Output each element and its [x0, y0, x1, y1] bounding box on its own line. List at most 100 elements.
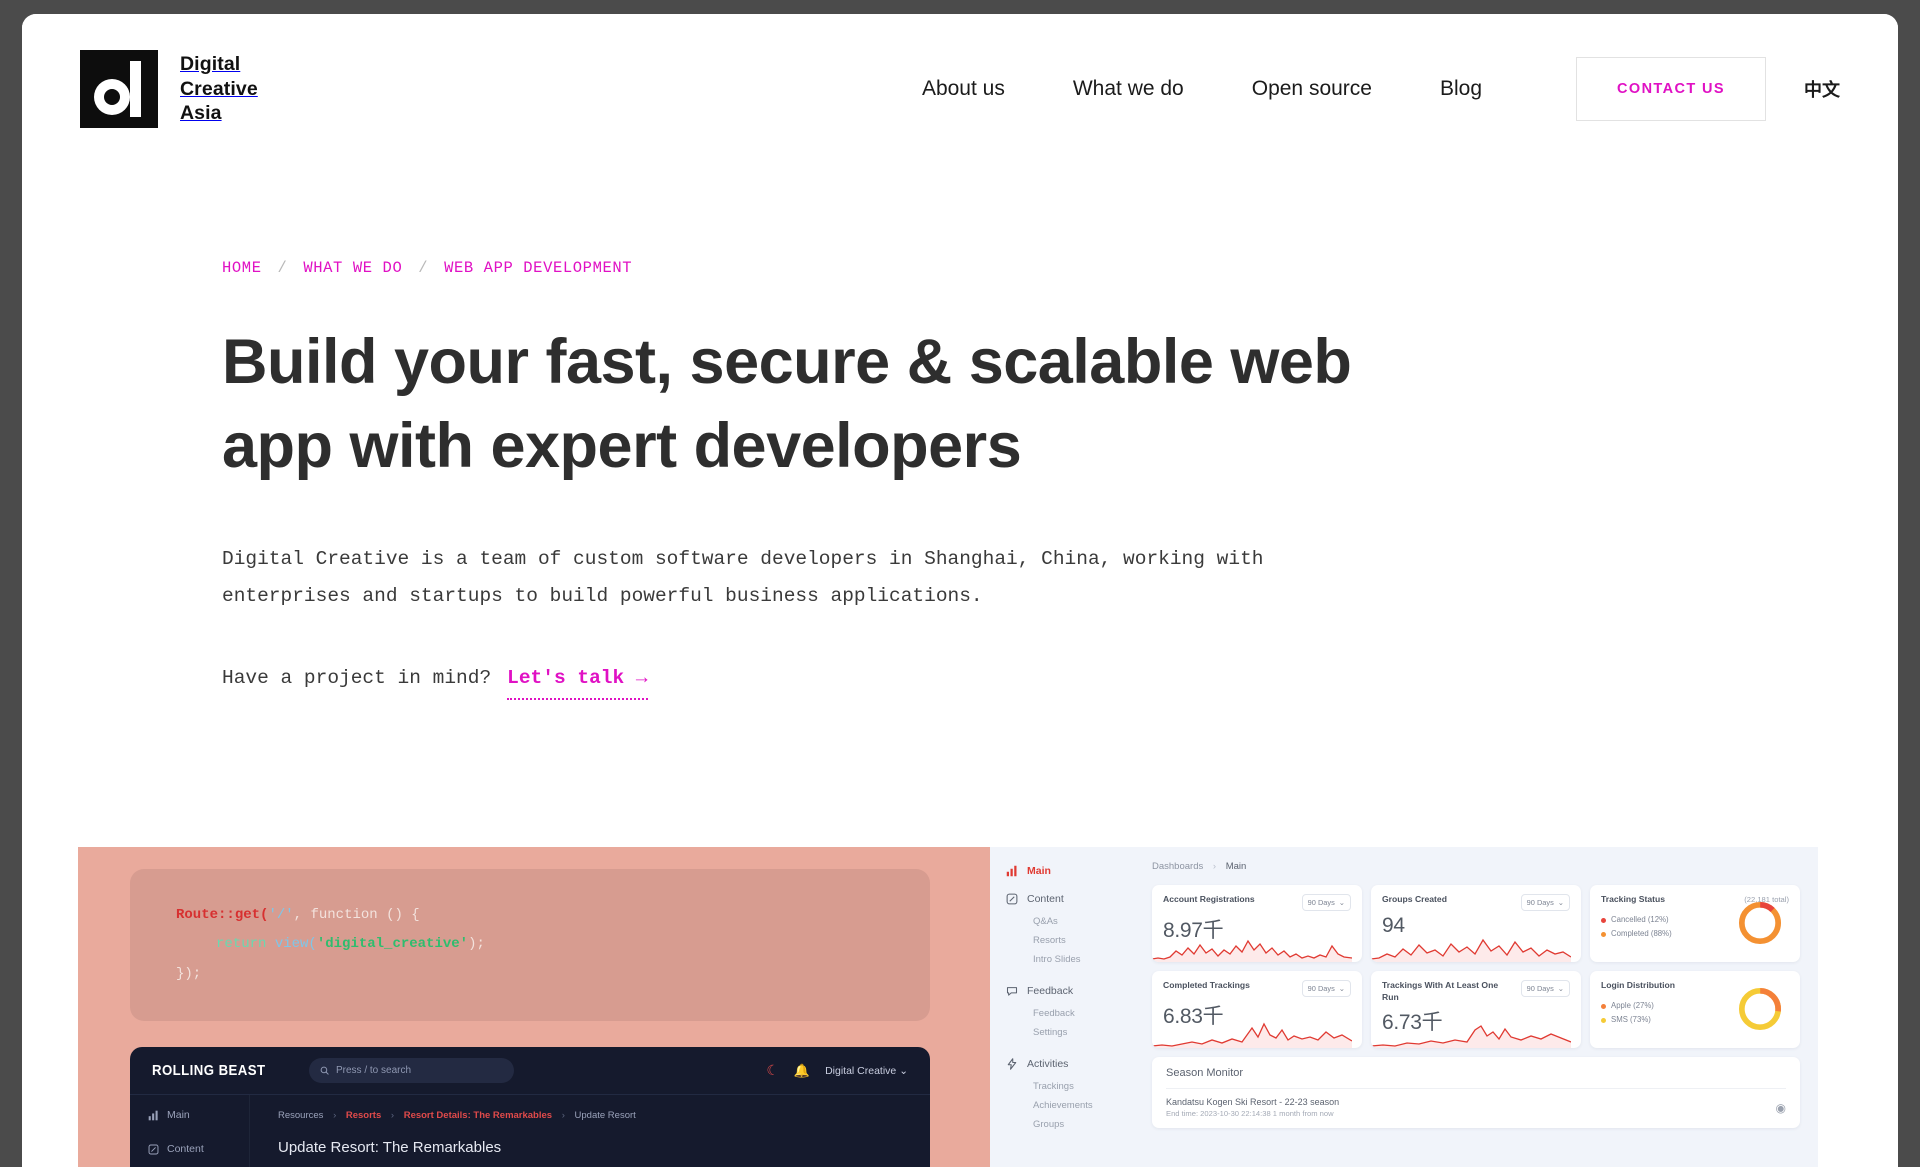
showcase-image: Route::get('/', function () { return vie…	[78, 847, 1818, 1167]
metric-range-select[interactable]: 90 Days ⌄	[1301, 980, 1351, 997]
hero-cta-prefix: Have a project in mind?	[222, 666, 492, 689]
main-navigation: About us What we do Open source Blog CON…	[888, 57, 1840, 121]
page-canvas: Digital Creative Asia About us What we d…	[22, 14, 1898, 1167]
code-snippet-card: Route::get('/', function () { return vie…	[130, 869, 930, 1021]
metric-card-account-registrations: Account Registrations 90 Days ⌄ 8.97千	[1152, 885, 1362, 962]
admin-topbar-actions: ☾ 🔔 Digital Creative ⌄	[766, 1062, 908, 1079]
nav-item-open-source[interactable]: Open source	[1218, 77, 1406, 101]
donut-card-login-distribution: Login Distribution Apple (27%) SMS (73%)	[1590, 971, 1800, 1048]
breadcrumb: HOME / WHAT WE DO / WEB APP DEVELOPMENT	[222, 259, 1840, 277]
chevron-down-icon: ⌄	[1338, 984, 1345, 993]
dashboard-sidebar-subitem-groups[interactable]: Groups	[1006, 1115, 1140, 1134]
notifications-bell-icon[interactable]: 🔔	[794, 1063, 810, 1079]
view-icon[interactable]: ◉	[1776, 1101, 1786, 1115]
donut-card-tracking-status: Tracking Status (22,181 total) Cancelled…	[1590, 885, 1800, 962]
legend-label: Completed (88%)	[1611, 929, 1672, 939]
nav-item-blog[interactable]: Blog	[1406, 77, 1516, 101]
chevron-down-icon: ⌄	[1557, 898, 1564, 907]
admin-topbar: ROLLING BEAST Press / to search ☾ 🔔 Digi…	[130, 1047, 930, 1095]
browser-window: Digital Creative Asia About us What we d…	[0, 0, 1920, 1167]
season-monitor-card: Season Monitor Kandatsu Kogen Ski Resort…	[1152, 1057, 1800, 1128]
site-header: Digital Creative Asia About us What we d…	[22, 14, 1898, 164]
metric-range-label: 90 Days	[1307, 898, 1335, 907]
donut-title: Tracking Status	[1601, 894, 1665, 904]
admin-sidebar-label: Main	[167, 1109, 190, 1121]
brand-logo[interactable]: Digital Creative Asia	[80, 50, 258, 128]
dashboard-sidebar-subitem-feedback[interactable]: Feedback	[1006, 1004, 1140, 1023]
dashboard-sidebar-subitem-settings[interactable]: Settings	[1006, 1023, 1140, 1042]
admin-body: Main Content Resources › Resorts › Resor…	[130, 1095, 930, 1167]
metric-range-select[interactable]: 90 Days ⌄	[1301, 894, 1351, 911]
language-switch-chinese[interactable]: 中文	[1804, 76, 1840, 102]
admin-panel-preview: ROLLING BEAST Press / to search ☾ 🔔 Digi…	[130, 1047, 930, 1167]
breadcrumb-item-home[interactable]: HOME	[222, 259, 262, 277]
admin-breadcrumb-item-resources[interactable]: Resources	[278, 1110, 323, 1121]
season-name: Kandatsu Kogen Ski Resort - 22-23 season	[1166, 1097, 1340, 1107]
metric-range-label: 90 Days	[1307, 984, 1335, 993]
admin-sidebar-item-main[interactable]: Main	[148, 1109, 249, 1121]
brand-wordmark: Digital Creative Asia	[180, 52, 258, 126]
admin-sidebar-label: Content	[167, 1143, 204, 1155]
legend-label: SMS (73%)	[1611, 1015, 1651, 1025]
dashboard-sidebar-subitem-resorts[interactable]: Resorts	[1006, 931, 1140, 950]
rolling-beast-logo: ROLLING BEAST	[152, 1062, 266, 1079]
dashboard-breadcrumb-item-dashboards[interactable]: Dashboards	[1152, 861, 1203, 872]
showcase-left-panel: Route::get('/', function () { return vie…	[78, 847, 990, 1167]
dashboard-sidebar-item-content[interactable]: Content	[1006, 893, 1140, 905]
admin-search-input[interactable]: Press / to search	[309, 1058, 514, 1083]
metric-card-completed-trackings: Completed Trackings 90 Days ⌄ 6.83千	[1152, 971, 1362, 1048]
contact-us-button[interactable]: CONTACT US	[1576, 57, 1766, 121]
chart-icon	[1006, 865, 1017, 877]
admin-breadcrumb: Resources › Resorts › Resort Details: Th…	[278, 1110, 636, 1121]
dashboard-sidebar-subitem-qas[interactable]: Q&As	[1006, 912, 1140, 931]
nav-item-what-we-do[interactable]: What we do	[1039, 77, 1218, 101]
dashboard-sidebar: Main Content Q&As Resorts Intro Slides F…	[990, 847, 1140, 1167]
nav-item-about-us[interactable]: About us	[888, 77, 1039, 101]
search-icon	[320, 1066, 329, 1075]
breadcrumb-item-what-we-do[interactable]: WHAT WE DO	[303, 259, 402, 277]
legend-color-swatch	[1601, 932, 1606, 938]
dashboard-sidebar-item-main[interactable]: Main	[1006, 865, 1140, 877]
season-monitor-row: Kandatsu Kogen Ski Resort - 22-23 season…	[1166, 1089, 1786, 1118]
metric-range-label: 90 Days	[1526, 984, 1554, 993]
dashboard-sidebar-subitem-achievements[interactable]: Achievements	[1006, 1096, 1140, 1115]
metric-range-select[interactable]: 90 Days ⌄	[1520, 894, 1570, 911]
donut-title: Login Distribution	[1601, 980, 1675, 990]
logo-d-icon	[80, 50, 158, 128]
hero-cta: Have a project in mind? Let's talk →	[222, 666, 1840, 700]
breadcrumb-separator: /	[277, 259, 288, 277]
admin-user-menu[interactable]: Digital Creative ⌄	[825, 1065, 908, 1077]
breadcrumb-item-web-app-development[interactable]: WEB APP DEVELOPMENT	[444, 259, 632, 277]
dashboard-sidebar-item-feedback[interactable]: Feedback	[1006, 985, 1140, 997]
admin-sidebar: Main Content	[130, 1095, 250, 1167]
metric-range-label: 90 Days	[1526, 898, 1554, 907]
dashboard-sidebar-subitem-trackings[interactable]: Trackings	[1006, 1077, 1140, 1096]
page-title: Build your fast, secure & scalable web a…	[222, 327, 1352, 481]
admin-breadcrumb-item-resorts[interactable]: Resorts	[346, 1110, 381, 1121]
donut-chart	[1738, 901, 1782, 945]
dashboard-content: Dashboards › Main Account Registrations …	[1140, 847, 1818, 1167]
sparkline-chart	[1152, 939, 1352, 962]
admin-breadcrumb-item-resort-details[interactable]: Resort Details: The Remarkables	[404, 1110, 552, 1121]
dark-mode-toggle-icon[interactable]: ☾	[766, 1062, 779, 1079]
donut-chart	[1738, 987, 1782, 1031]
metric-card-groups-created: Groups Created 90 Days ⌄ 94	[1371, 885, 1581, 962]
metric-range-select[interactable]: 90 Days ⌄	[1520, 980, 1570, 997]
lets-talk-link[interactable]: Let's talk →	[507, 666, 648, 700]
dashboard-sidebar-label: Main	[1027, 865, 1051, 877]
admin-sidebar-item-content[interactable]: Content	[148, 1143, 249, 1155]
legend-color-swatch	[1601, 917, 1606, 923]
chat-icon	[1006, 987, 1018, 996]
legend-label: Apple (27%)	[1611, 1001, 1654, 1010]
edit-icon	[148, 1144, 159, 1154]
edit-icon	[1006, 893, 1018, 905]
code-line-1: Route::get('/', function () {	[176, 907, 420, 923]
dashboard-sidebar-item-activities[interactable]: Activities	[1006, 1058, 1140, 1070]
dashboard-sidebar-subitem-intro-slides[interactable]: Intro Slides	[1006, 950, 1140, 969]
legend-color-swatch	[1601, 1018, 1606, 1024]
hero-section: HOME / WHAT WE DO / WEB APP DEVELOPMENT …	[22, 164, 1898, 700]
chevron-down-icon: ⌄	[899, 1064, 908, 1077]
metric-card-trackings-with-at-least-one-run: Trackings With At Least One Run 90 Days …	[1371, 971, 1581, 1048]
sparkline-chart	[1371, 938, 1571, 962]
chevron-down-icon: ⌄	[1557, 984, 1564, 993]
